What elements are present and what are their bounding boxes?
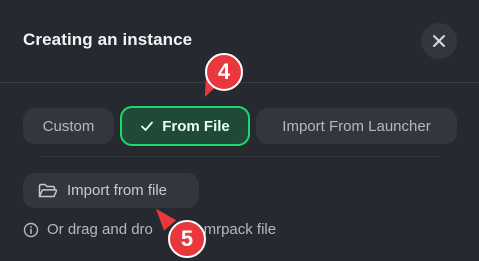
close-icon xyxy=(433,35,445,47)
drag-drop-hint: Or drag and dro ur .mrpack file xyxy=(23,221,276,238)
annotation-marker-5: 5 xyxy=(168,220,206,258)
close-button[interactable] xyxy=(421,23,457,59)
annotation-marker-4: 4 xyxy=(205,53,243,91)
modal-title: Creating an instance xyxy=(23,30,193,49)
content-divider xyxy=(40,156,440,157)
tab-custom[interactable]: Custom xyxy=(23,108,114,144)
tab-from-file-label: From File xyxy=(162,117,230,135)
folder-open-icon xyxy=(38,183,58,197)
create-instance-modal: Creating an instance Custom From File Im… xyxy=(0,0,479,261)
checkmark-icon xyxy=(141,121,154,131)
tab-custom-label: Custom xyxy=(42,117,95,135)
tab-import-from-launcher[interactable]: Import From Launcher xyxy=(256,108,457,144)
info-icon xyxy=(23,222,39,237)
tab-from-file[interactable]: From File xyxy=(120,106,250,146)
hint-text-before: Or drag and dro xyxy=(47,221,153,238)
tab-import-from-launcher-label: Import From Launcher xyxy=(282,117,431,135)
import-from-file-label: Import from file xyxy=(67,182,168,199)
import-from-file-button[interactable]: Import from file xyxy=(23,173,199,208)
